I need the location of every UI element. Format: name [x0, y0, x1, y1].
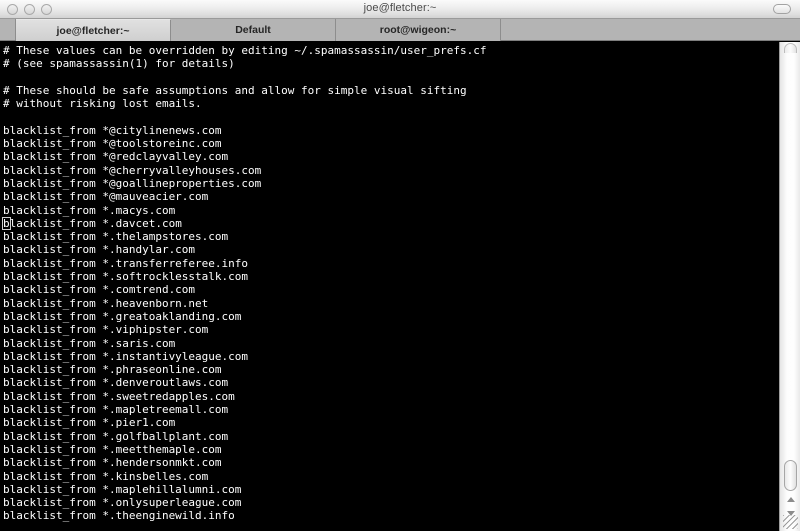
terminal-line: blacklist_from *.theenginewild.info: [3, 509, 235, 523]
title-bar[interactable]: joe@fletcher:~: [0, 0, 800, 19]
terminal-line: blacklist_from *.denveroutlaws.com: [3, 376, 229, 390]
terminal-line: blacklist_from *.softrocklesstalk.com: [3, 270, 249, 284]
tab-bar-empty-area[interactable]: [501, 19, 800, 40]
terminal-line: blacklist_from *.meetthemaple.com: [3, 442, 222, 456]
terminal-line: blacklist_from *.pier1.com: [3, 416, 176, 430]
terminal-line: # These should be safe assumptions and a…: [3, 83, 467, 97]
terminal-line: blacklist_from *.instantivyleague.com: [3, 349, 249, 363]
resize-grip-icon[interactable]: [783, 515, 798, 529]
scrollbar-track[interactable]: [780, 42, 800, 531]
toolbar-toggle-button[interactable]: [773, 4, 791, 14]
scrollbar-thumb[interactable]: [784, 460, 797, 491]
terminal-line: blacklist_from *.greatoaklanding.com: [3, 309, 242, 323]
terminal-line: blacklist_from *.sweetredapples.com: [3, 389, 235, 403]
terminal-line: blacklist_from *.golfballplant.com: [3, 429, 229, 443]
terminal-line: blacklist_from *@goallineproperties.com: [3, 176, 262, 190]
terminal-line: blacklist_from *.comtrend.com: [3, 283, 196, 297]
terminal-line: blacklist_from *.phraseonline.com: [3, 363, 222, 377]
tab-default[interactable]: Default: [171, 19, 336, 41]
terminal-line: blacklist_from *.davcet.com: [2, 216, 182, 230]
terminal-line: blacklist_from *@toolstoreinc.com: [3, 137, 222, 151]
terminal-line: blacklist_from *.handylar.com: [3, 243, 196, 257]
scroll-up-arrow-icon[interactable]: [786, 496, 795, 502]
terminal-line: blacklist_from *@redclayvalley.com: [3, 150, 229, 164]
terminal-line: blacklist_from *.transferreferee.info: [3, 256, 249, 270]
window-title: joe@fletcher:~: [363, 2, 437, 14]
terminal-text: # These values can be overridden by edit…: [2, 44, 779, 523]
tab-bar: joe@fletcher:~ Default root@wigeon:~: [0, 19, 800, 41]
terminal-line: blacklist_from *.kinsbelles.com: [3, 469, 209, 483]
terminal-line: # These values can be overridden by edit…: [3, 44, 487, 57]
terminal-output-area[interactable]: # These values can be overridden by edit…: [0, 42, 779, 531]
terminal-line: blacklist_from *.onlysuperleague.com: [3, 496, 242, 510]
terminal-line: # without risking lost emails.: [3, 97, 202, 111]
tab-joe-fletcher[interactable]: joe@fletcher:~: [16, 19, 171, 41]
terminal-line: blacklist_from *.heavenborn.net: [3, 296, 209, 310]
terminal-line: blacklist_from *@mauveacier.com: [3, 190, 209, 204]
terminal-line: # (see spamassassin(1) for details): [3, 57, 235, 71]
terminal-line: blacklist_from *.macys.com: [3, 203, 176, 217]
vertical-scrollbar[interactable]: [779, 42, 800, 531]
terminal-line: blacklist_from *.thelampstores.com: [3, 230, 229, 244]
terminal-line: blacklist_from *.saris.com: [3, 336, 176, 350]
tab-root-wigeon[interactable]: root@wigeon:~: [336, 19, 501, 41]
text-cursor: b: [2, 216, 11, 230]
terminal-window: joe@fletcher:~ joe@fletcher:~ Default ro…: [0, 0, 800, 531]
terminal-line: blacklist_from *.mapletreemall.com: [3, 403, 229, 417]
terminal-line: blacklist_from *.viphipster.com: [3, 323, 209, 337]
terminal-line: blacklist_from *@citylinenews.com: [3, 123, 222, 137]
terminal-line: blacklist_from *@cherryvalleyhouses.com: [3, 163, 262, 177]
terminal-line: blacklist_from *.hendersonmkt.com: [3, 456, 222, 470]
scrollbar-track-cap: [784, 43, 797, 53]
tab-bar-left-gap: [0, 19, 16, 40]
terminal-line: blacklist_from *.maplehillalumni.com: [3, 482, 242, 496]
